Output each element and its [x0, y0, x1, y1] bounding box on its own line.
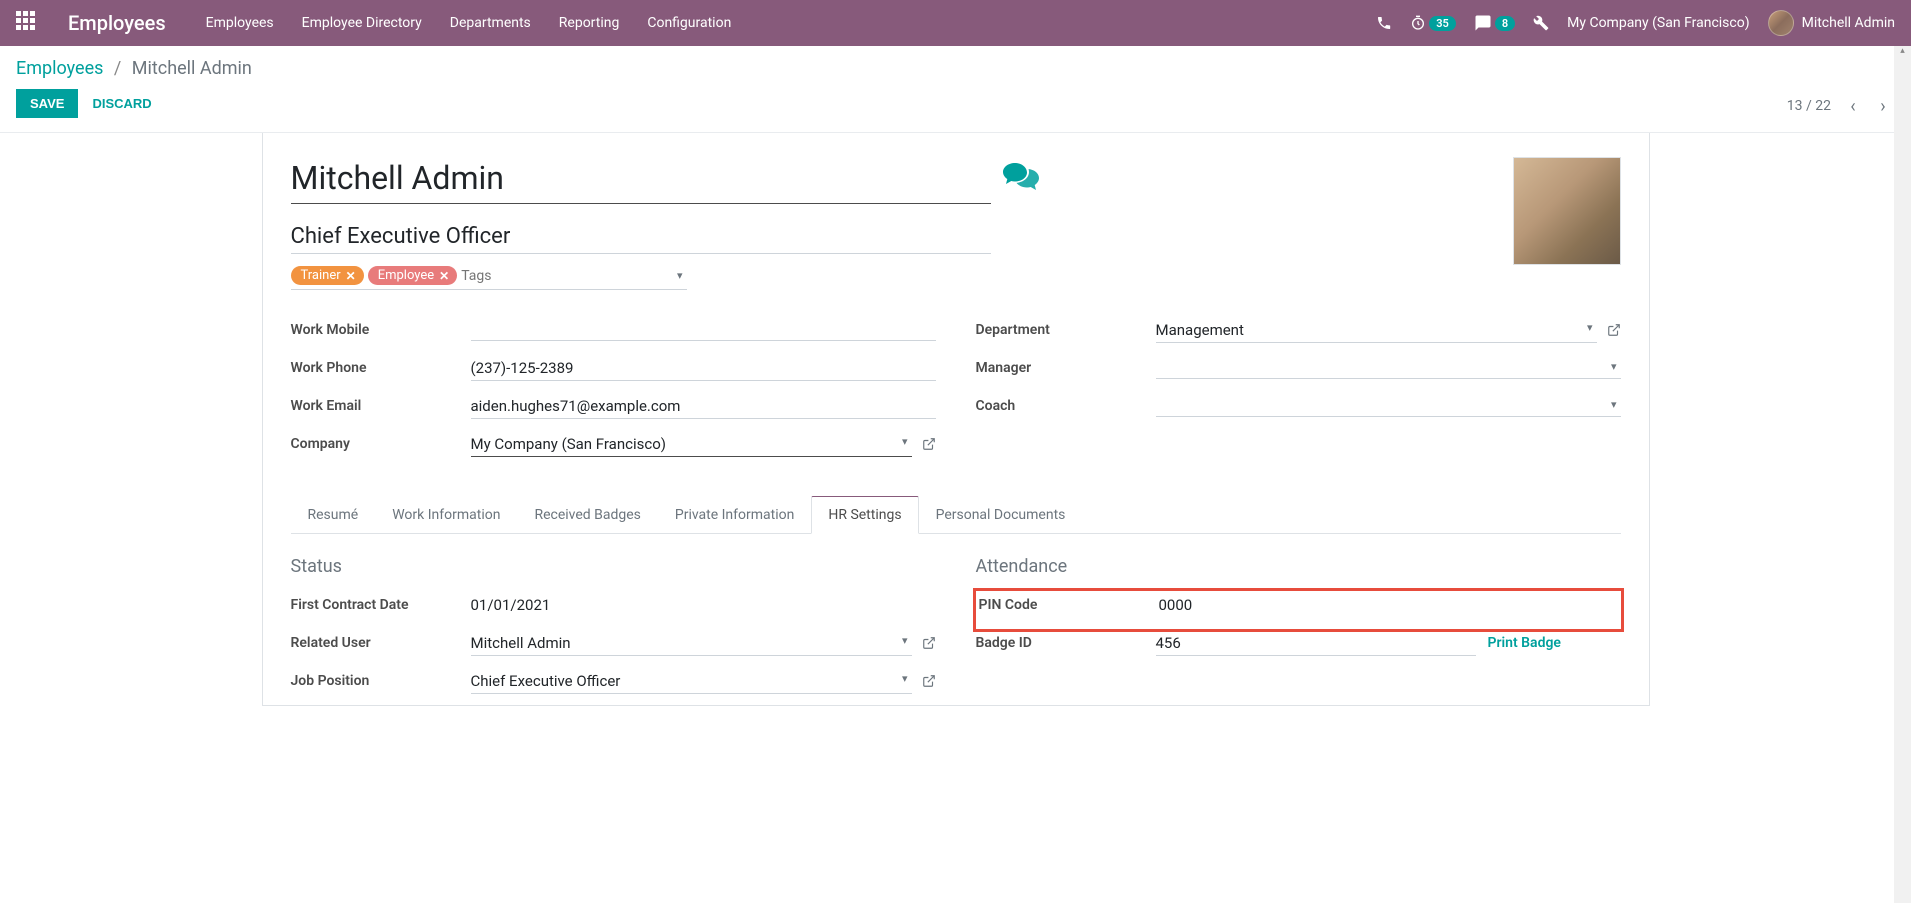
highlight-box: PIN Code 0000 [973, 588, 1624, 632]
coach-label: Coach [976, 398, 1156, 414]
job-position-label: Job Position [291, 673, 471, 689]
coach-select[interactable]: ▾ [1156, 395, 1621, 417]
tools-icon[interactable] [1533, 15, 1549, 31]
breadcrumb-current: Mitchell Admin [132, 58, 252, 79]
apps-icon[interactable] [16, 11, 40, 35]
pin-code-input[interactable]: 0000 [1159, 593, 1618, 617]
control-panel: Employees / Mitchell Admin SAVE DISCARD … [0, 46, 1911, 133]
chat-bubble-icon[interactable] [1003, 163, 1039, 193]
vertical-scrollbar[interactable] [1894, 46, 1911, 903]
tags-field[interactable]: Trainer✕ Employee✕ [291, 266, 687, 290]
company-select[interactable]: My Company (San Francisco)▾ [471, 432, 912, 457]
tag-remove-icon[interactable]: ✕ [346, 269, 356, 283]
employee-photo[interactable] [1513, 157, 1621, 265]
related-user-label: Related User [291, 635, 471, 651]
pager-next-icon[interactable]: › [1871, 94, 1895, 118]
breadcrumb-separator: / [114, 58, 121, 79]
related-user-select[interactable]: Mitchell Admin▾ [471, 631, 912, 656]
print-badge-button[interactable]: Print Badge [1488, 635, 1561, 651]
menu-reporting[interactable]: Reporting [559, 15, 620, 31]
menu-configuration[interactable]: Configuration [647, 15, 731, 31]
top-navbar: Employees Employees Employee Directory D… [0, 0, 1911, 46]
external-link-icon[interactable] [922, 636, 936, 650]
timer-icon[interactable]: 35 [1410, 15, 1456, 31]
work-mobile-label: Work Mobile [291, 322, 471, 338]
chat-badge: 8 [1495, 16, 1515, 31]
breadcrumb: Employees / Mitchell Admin [16, 58, 252, 79]
first-contract-label: First Contract Date [291, 597, 471, 613]
department-label: Department [976, 322, 1156, 338]
user-name: Mitchell Admin [1802, 15, 1895, 31]
timer-badge: 35 [1429, 16, 1456, 31]
tab-private-information[interactable]: Private Information [658, 496, 811, 534]
menu-departments[interactable]: Departments [450, 15, 531, 31]
menu-employees[interactable]: Employees [206, 15, 274, 31]
pager: 13 / 22 ‹ › [1787, 94, 1895, 118]
tab-personal-documents[interactable]: Personal Documents [919, 496, 1083, 534]
department-select[interactable]: Management▾ [1156, 318, 1597, 343]
work-phone-label: Work Phone [291, 360, 471, 376]
manager-select[interactable]: ▾ [1156, 357, 1621, 379]
main-menu: Employees Employee Directory Departments… [206, 15, 1377, 31]
work-email-input[interactable]: aiden.hughes71@example.com [471, 394, 936, 419]
discard-button[interactable]: DISCARD [92, 96, 151, 111]
external-link-icon[interactable] [922, 674, 936, 688]
badge-id-input[interactable]: 456 [1156, 631, 1476, 656]
pager-value[interactable]: 13 / 22 [1787, 98, 1831, 114]
badge-id-label: Badge ID [976, 635, 1156, 651]
pager-prev-icon[interactable]: ‹ [1841, 94, 1865, 118]
tag-remove-icon[interactable]: ✕ [439, 269, 449, 283]
form-sheet: Trainer✕ Employee✕ Work Mobile Work Phon… [262, 133, 1650, 706]
employee-name-input[interactable] [291, 157, 991, 204]
first-contract-value: 01/01/2021 [471, 593, 936, 617]
tab-hr-settings[interactable]: HR Settings [811, 496, 918, 534]
user-menu[interactable]: Mitchell Admin [1768, 10, 1895, 36]
tab-resume[interactable]: Resumé [291, 496, 376, 534]
brand-title[interactable]: Employees [68, 11, 166, 35]
external-link-icon[interactable] [922, 437, 936, 451]
external-link-icon[interactable] [1607, 323, 1621, 337]
job-title-input[interactable] [291, 218, 991, 254]
tags-input[interactable] [461, 268, 686, 284]
status-heading: Status [291, 556, 936, 577]
tag-trainer[interactable]: Trainer✕ [291, 266, 364, 285]
manager-label: Manager [976, 360, 1156, 376]
company-selector[interactable]: My Company (San Francisco) [1567, 15, 1749, 31]
tab-received-badges[interactable]: Received Badges [517, 496, 657, 534]
tab-content-hr-settings: Status First Contract Date 01/01/2021 Re… [291, 534, 1621, 705]
chat-icon[interactable]: 8 [1474, 14, 1515, 32]
work-phone-input[interactable]: (237)-125-2389 [471, 356, 936, 381]
breadcrumb-root[interactable]: Employees [16, 58, 103, 79]
work-email-label: Work Email [291, 398, 471, 414]
save-button[interactable]: SAVE [16, 89, 78, 118]
tab-work-information[interactable]: Work Information [375, 496, 517, 534]
user-avatar-icon [1768, 10, 1794, 36]
work-mobile-input[interactable] [471, 319, 936, 341]
tag-employee[interactable]: Employee✕ [368, 266, 458, 285]
company-label: Company [291, 436, 471, 452]
notebook-tabs: Resumé Work Information Received Badges … [291, 496, 1621, 534]
job-position-select[interactable]: Chief Executive Officer▾ [471, 669, 912, 694]
pin-code-label: PIN Code [979, 597, 1159, 613]
navbar-right: 35 8 My Company (San Francisco) Mitchell… [1376, 10, 1895, 36]
menu-employee-directory[interactable]: Employee Directory [302, 15, 422, 31]
attendance-heading: Attendance [976, 556, 1621, 577]
phone-icon[interactable] [1376, 15, 1392, 31]
